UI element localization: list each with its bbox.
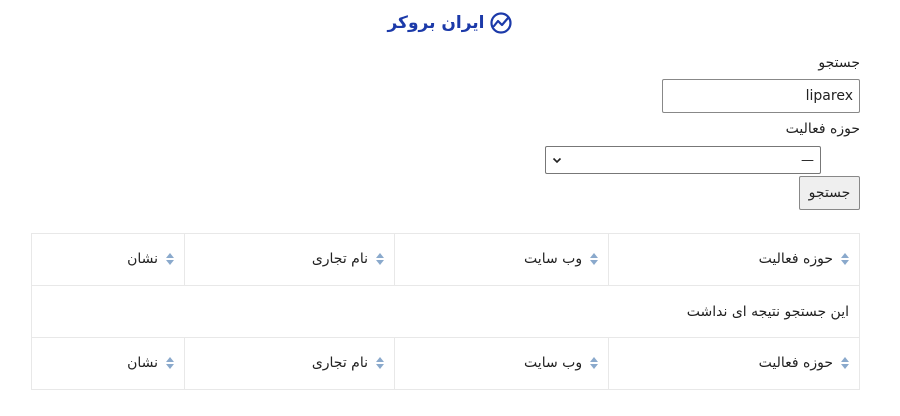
search-input[interactable] <box>662 79 860 113</box>
sort-icon <box>841 356 849 369</box>
column-footer-website[interactable]: وب سایت <box>394 337 610 390</box>
column-footer-activity[interactable]: حوزه فعالیت <box>608 337 860 390</box>
search-label: جستجو <box>818 55 860 71</box>
table-footer-row: حوزه فعالیت وب سایت نام تجاری نشان <box>30 337 860 390</box>
column-header-activity[interactable]: حوزه فعالیت <box>608 233 860 286</box>
column-header-label: نام تجاری <box>311 250 369 267</box>
column-footer-brand-name[interactable]: نام تجاری <box>184 337 396 390</box>
activity-select[interactable]: — <box>545 146 821 174</box>
brand-logo[interactable]: ایران بروکر <box>0 12 900 34</box>
activity-label: حوزه فعالیت <box>785 121 860 137</box>
table-header-row: حوزه فعالیت وب سایت نام تجاری نشان <box>30 233 860 286</box>
sort-icon <box>376 252 385 265</box>
column-footer-label: نام تجاری <box>311 354 369 371</box>
column-header-brand-name[interactable]: نام تجاری <box>184 233 396 286</box>
table-row: این جستجو نتیجه ای نداشت <box>31 285 860 338</box>
sort-icon <box>590 356 599 369</box>
column-header-label: نشان <box>127 250 159 267</box>
sort-icon <box>166 252 175 265</box>
brand-name: ایران بروکر <box>387 13 485 33</box>
column-header-logo[interactable]: نشان <box>30 233 186 286</box>
sort-icon <box>376 356 385 369</box>
column-footer-label: حوزه فعالیت <box>758 354 833 371</box>
results-table: حوزه فعالیت وب سایت نام تجاری نشان این ج… <box>30 233 860 390</box>
chevron-down-icon <box>552 157 562 164</box>
sort-icon <box>590 252 599 265</box>
column-footer-label: نشان <box>127 354 159 371</box>
column-header-label: وب سایت <box>524 250 583 267</box>
sort-icon <box>841 252 849 265</box>
sort-icon <box>166 356 175 369</box>
column-footer-logo[interactable]: نشان <box>30 337 186 390</box>
column-header-website[interactable]: وب سایت <box>394 233 610 286</box>
column-footer-label: وب سایت <box>524 354 583 371</box>
activity-selected-value: — <box>801 152 814 168</box>
empty-results-message: این جستجو نتیجه ای نداشت <box>31 285 860 338</box>
search-button[interactable]: جستجو <box>799 176 860 210</box>
chart-trend-icon <box>489 12 512 34</box>
column-header-label: حوزه فعالیت <box>758 250 833 267</box>
